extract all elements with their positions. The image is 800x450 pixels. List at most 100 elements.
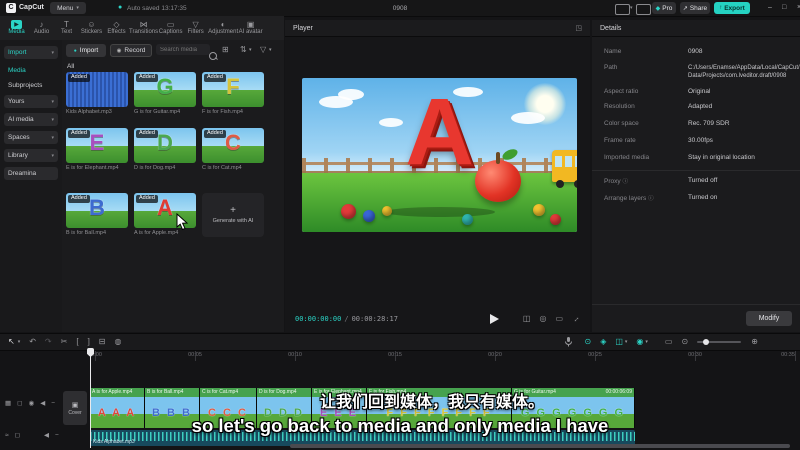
tab-captions[interactable]: ▭ Captions <box>158 16 183 40</box>
cover-button[interactable]: ▣ Cover <box>63 391 87 425</box>
sidebar-item-yours[interactable]: Yours ▾ <box>4 95 58 108</box>
tab-label: Media <box>8 29 25 35</box>
delete-icon[interactable]: ⊟ <box>99 338 106 346</box>
select-tool-icon[interactable]: ↖ <box>8 338 15 346</box>
filter-chevron-icon[interactable]: ▾ <box>269 48 272 53</box>
play-button[interactable] <box>489 314 499 324</box>
import-media-button[interactable]: ● Import <box>66 44 106 57</box>
field-label-proxy: Proxy ⓘ <box>604 177 628 185</box>
media-item-f-fish[interactable]: F Added <box>202 72 264 107</box>
magnet-icon[interactable]: ⊙ <box>584 338 591 346</box>
tab-adjustment[interactable]: ◐ Adjustment <box>208 16 238 40</box>
select-tool-chevron-icon[interactable]: ▾ <box>18 339 21 345</box>
collapse-icon[interactable]: − <box>55 432 59 440</box>
info-icon[interactable]: ⓘ <box>648 196 654 202</box>
generate-with-ai-card[interactable]: + Generate with AI <box>202 193 264 237</box>
sidebar-item-spaces[interactable]: Spaces ▾ <box>4 131 58 144</box>
maximize-button[interactable]: □ <box>782 4 786 11</box>
eye-icon[interactable]: ◉ <box>29 400 35 408</box>
split-icon[interactable]: ✂ <box>61 338 68 346</box>
filter-icon[interactable]: ▽ <box>260 46 266 54</box>
sidebar-item-subprojects[interactable]: Subprojects <box>4 79 58 92</box>
search-input[interactable] <box>156 44 210 55</box>
sidebar-item-dreamina[interactable]: Dreamina <box>4 167 58 180</box>
video-preview[interactable]: A <box>302 78 577 232</box>
modify-button[interactable]: Modify <box>746 311 792 326</box>
effects-tab-icon: ◇ <box>113 20 120 29</box>
microphone-icon[interactable] <box>565 337 573 347</box>
levels-icon[interactable]: ◉ <box>636 338 643 346</box>
sidebar-item-ai-media[interactable]: AI media ▾ <box>4 113 58 126</box>
mute-speaker-icon[interactable]: ◀ <box>44 432 49 440</box>
export-button[interactable]: ↑ Export <box>714 2 750 14</box>
media-item-b-ball[interactable]: B Added <box>66 193 128 228</box>
added-badge: Added <box>68 130 90 138</box>
record-button[interactable]: ◉ Record <box>110 44 152 57</box>
quality-icon[interactable]: ▭ <box>555 315 563 323</box>
tab-ai-avatar[interactable]: ▣ AI avatar <box>238 16 263 40</box>
preview-axis-chevron-icon[interactable]: ▾ <box>625 339 628 345</box>
audio-wave-icon[interactable]: ≈ <box>5 432 9 440</box>
snap-icon[interactable]: ⊙ <box>681 338 688 346</box>
zoom-slider-handle[interactable] <box>703 339 710 345</box>
layout-chevron-icon[interactable]: ▾ <box>630 5 633 11</box>
layout-switch-icon[interactable] <box>615 4 630 15</box>
subtitle-line-zh: 让我们回到媒体，我只有媒体。 <box>319 394 545 411</box>
zoom-fit-icon[interactable]: ⊕ <box>751 338 758 346</box>
mask-icon[interactable]: ◍ <box>115 338 122 346</box>
media-item-e-elephant[interactable]: E Added <box>66 128 128 163</box>
tab-text[interactable]: T Text <box>54 16 79 40</box>
pro-button[interactable]: ◆ Pro <box>652 2 676 14</box>
info-icon[interactable]: ⓘ <box>622 179 628 185</box>
lock-icon[interactable]: ◻ <box>15 432 20 440</box>
ratio-icon[interactable]: ◫ <box>523 315 531 323</box>
focus-icon[interactable]: ◎ <box>539 315 546 323</box>
lock-icon[interactable]: ◻ <box>17 400 22 408</box>
minimize-button[interactable]: – <box>768 4 772 11</box>
collapse-icon[interactable]: − <box>51 400 55 408</box>
sort-chevron-icon[interactable]: ▾ <box>249 48 252 53</box>
sidebar-item-import[interactable]: Import ▾ <box>4 46 58 59</box>
tab-transitions[interactable]: ⋈ Transitions <box>129 16 158 40</box>
layout-switch2-icon[interactable] <box>636 4 651 15</box>
media-item-kids-alphabet[interactable]: Added <box>66 72 128 107</box>
import-label: Import <box>79 47 99 54</box>
sidebar-item-library[interactable]: Library ▾ <box>4 149 58 162</box>
field-value-name: 0908 <box>688 48 703 55</box>
tab-effects[interactable]: ◇ Effects <box>104 16 129 40</box>
media-item-name: G is for Guitar.mp4 <box>134 109 181 115</box>
tab-filters[interactable]: ▽ Filters <box>183 16 208 40</box>
media-item-c-cat[interactable]: C Added <box>202 128 264 163</box>
timeline-clip-a[interactable]: A is for Apple.mp4 A A A <box>90 388 145 428</box>
track-grid-icon[interactable]: ▦ <box>5 400 11 408</box>
field-label-name: Name <box>604 48 622 55</box>
field-label-path: Path <box>604 64 618 71</box>
sidebar-item-media[interactable]: Media <box>4 64 58 77</box>
menu-button[interactable]: Menu ▾ <box>50 2 86 14</box>
tab-media[interactable]: ▶ Media <box>4 16 29 40</box>
delete-right-icon[interactable]: ] <box>88 338 90 346</box>
sort-icon[interactable]: ⇅ <box>240 46 247 54</box>
undo-icon[interactable]: ↶ <box>29 338 36 346</box>
share-button[interactable]: ↗ Share <box>680 2 710 14</box>
mute-speaker-icon[interactable]: ◀ <box>40 400 45 408</box>
tab-audio[interactable]: ♪ Audio <box>29 16 54 40</box>
tab-stickers[interactable]: ☺ Stickers <box>79 16 104 40</box>
search-icon[interactable] <box>209 52 217 60</box>
grid-view-icon[interactable]: ⊞ <box>222 46 229 54</box>
popout-icon[interactable]: ◳ <box>575 24 582 32</box>
levels-chevron-icon[interactable]: ▾ <box>645 339 648 345</box>
playhead[interactable] <box>90 351 91 448</box>
preview-axis-icon[interactable]: ◫ <box>615 338 623 346</box>
media-filter-all[interactable]: All <box>67 63 74 70</box>
redo-icon[interactable]: ↷ <box>45 338 52 346</box>
timeline-scrollbar[interactable] <box>290 444 790 448</box>
media-sidebar: Import ▾ Media Subprojects Yours ▾ AI medi… <box>0 40 63 332</box>
delete-left-icon[interactable]: [ <box>76 338 78 346</box>
link-icon[interactable]: ◈ <box>600 338 606 346</box>
media-item-g-guitar[interactable]: G Added <box>134 72 196 107</box>
caption-bubble-icon[interactable]: ▭ <box>665 338 673 346</box>
media-item-d-dog[interactable]: D Added <box>134 128 196 163</box>
fullscreen-icon[interactable]: ↔ <box>570 313 582 325</box>
timeline-zoom-slider[interactable] <box>697 339 742 345</box>
